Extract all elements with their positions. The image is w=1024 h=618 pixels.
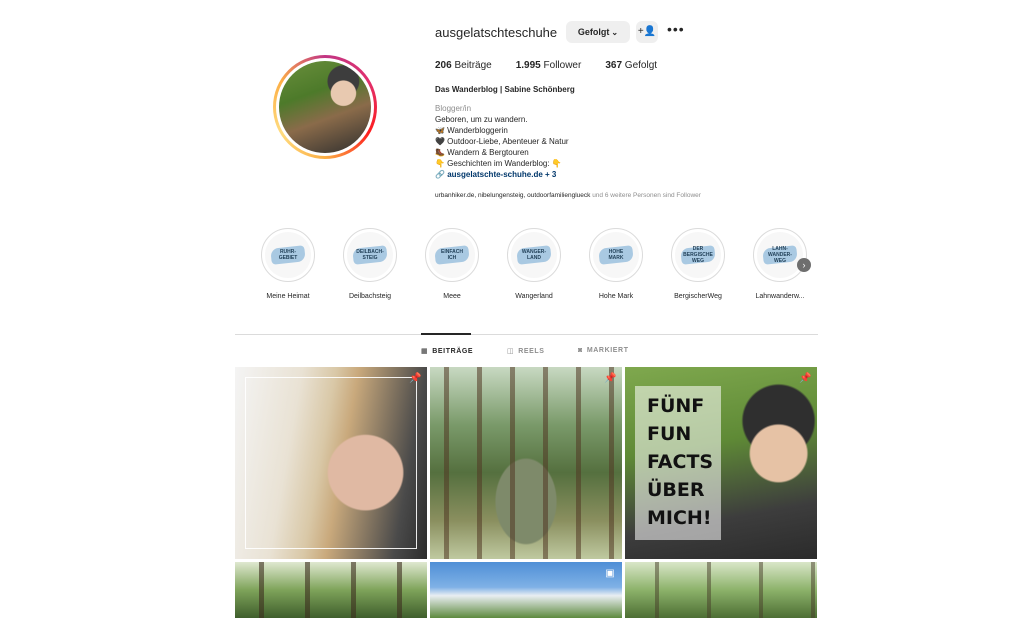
highlight-label: BergischerWeg: [674, 293, 722, 300]
tab-tagged[interactable]: ◙ MARKIERT: [578, 347, 629, 354]
posts-label: Beiträge: [454, 60, 492, 71]
profile-category: Blogger/in: [435, 104, 472, 113]
more-links-button[interactable]: + 3: [545, 170, 556, 179]
bio-line: Geboren, um zu wandern.: [435, 115, 528, 124]
highlight-cover-text: RUHR- GEBIET: [278, 249, 298, 261]
followed-by-names: urbanhiker.de, nibelungensteig, outdoorf…: [435, 192, 591, 199]
post-thumbnail[interactable]: FÜNF FUN FACTS ÜBER MICH! 📌: [625, 367, 817, 559]
highlight-item[interactable]: WANGER- LAND Wangerland: [505, 228, 563, 300]
highlight-label: Hohe Mark: [598, 293, 634, 300]
highlight-label: Wangerland: [515, 293, 553, 300]
post-thumbnail[interactable]: 📌: [430, 367, 622, 559]
reel-icon: ◫: [507, 348, 515, 355]
posts-count-stat: 206 Beiträge: [435, 60, 492, 71]
reel-icon: ▣: [605, 568, 615, 579]
highlight-cover: WANGER- LAND: [511, 232, 557, 278]
more-options-button[interactable]: •••: [667, 21, 685, 38]
profile-header: ausgelatschteschuhe Gefolgt ⌄ +👤 ••• 206 …: [0, 0, 1024, 210]
pin-icon: 📌: [604, 373, 617, 384]
highlight-cover-text: EINFACH ICH: [441, 249, 463, 261]
highlight-cover: EINFACH ICH: [429, 232, 475, 278]
active-tab-indicator: [421, 333, 471, 335]
profile-website-link[interactable]: ausgelatschte-schuhe.de: [447, 170, 543, 179]
profile-link-row: 🔗 ausgelatschte-schuhe.de + 3: [435, 169, 569, 180]
followers-label: Follower: [543, 60, 582, 71]
highlight-cover-text: WANGER- LAND: [521, 249, 547, 261]
more-options-icon: •••: [667, 21, 685, 37]
bio-line: 🖤 Outdoor-Liebe, Abenteuer & Natur: [435, 137, 569, 146]
pin-icon: 📌: [409, 373, 422, 384]
chevron-down-icon: ⌄: [611, 28, 619, 37]
tab-reels-label: REELS: [518, 348, 545, 355]
highlights-next-button[interactable]: ›: [797, 258, 811, 272]
following-stat[interactable]: 367 Gefolgt: [605, 60, 657, 71]
tab-tagged-label: MARKIERT: [586, 347, 629, 354]
post-thumbnail[interactable]: ▣: [430, 562, 622, 618]
following-count: 367: [605, 60, 623, 71]
pin-icon: 📌: [799, 373, 812, 384]
highlight-cover-text: DER BERGISCHE WEG: [683, 246, 713, 264]
bio-line: 👇 Geschichten im Wanderblog: 👇: [435, 159, 562, 168]
bio-line: 🥾 Wandern & Bergtouren: [435, 148, 529, 157]
add-person-button[interactable]: +👤: [636, 21, 658, 43]
highlight-item[interactable]: HOHE MARK Hohe Mark: [587, 228, 645, 300]
highlight-label: Meee: [443, 293, 461, 300]
profile-bio: Blogger/in Geboren, um zu wandern. 🦋 Wan…: [435, 103, 569, 180]
highlight-label: Deilbachsteig: [348, 293, 392, 300]
followed-by-rest: und 6 weitere Personen sind Follower: [590, 192, 701, 199]
profile-stats: 206 Beiträge 1.995 Follower 367 Gefolgt: [435, 60, 657, 71]
highlight-cover: DEILBACH- STEIG: [347, 232, 393, 278]
following-button[interactable]: Gefolgt ⌄: [566, 21, 630, 43]
tab-posts[interactable]: ▦ BEITRÄGE: [421, 347, 473, 355]
bio-line: 🦋 Wanderbloggerin: [435, 126, 508, 135]
chevron-right-icon: ›: [802, 260, 806, 270]
post-thumbnail[interactable]: 📌: [235, 367, 427, 559]
link-icon: 🔗: [435, 170, 445, 179]
story-highlights: RUHR- GEBIET Meine Heimat DEILBACH- STEI…: [259, 228, 819, 304]
highlight-cover-text: HOHE MARK: [608, 249, 624, 261]
highlight-label: Meine Heimat: [266, 293, 310, 300]
profile-full-name: Das Wanderblog | Sabine Schönberg: [435, 85, 575, 94]
highlight-cover: RUHR- GEBIET: [265, 232, 311, 278]
followed-by[interactable]: urbanhiker.de, nibelungensteig, outdoorf…: [435, 192, 701, 199]
post-thumbnail[interactable]: [235, 562, 427, 618]
following-label: Gefolgt: [624, 60, 658, 71]
highlight-cover: LAHN- WANDER- WEG: [757, 232, 803, 278]
following-button-label: Gefolgt: [577, 27, 610, 37]
post-overlay-text: FÜNF FUN FACTS ÜBER MICH!: [635, 386, 721, 540]
highlight-item[interactable]: DER BERGISCHE WEG BergischerWeg: [669, 228, 727, 300]
tab-posts-label: BEITRÄGE: [432, 348, 474, 355]
add-person-icon: +👤: [637, 26, 657, 37]
highlight-cover: HOHE MARK: [593, 232, 639, 278]
tabs-divider: [235, 334, 818, 335]
grid-icon: ▦: [421, 348, 429, 355]
highlight-label: Lahnwanderw...: [755, 293, 805, 300]
post-thumbnail[interactable]: [625, 562, 817, 618]
avatar: [279, 61, 371, 153]
highlight-item[interactable]: RUHR- GEBIET Meine Heimat: [259, 228, 317, 300]
profile-avatar-story-ring[interactable]: [273, 55, 377, 159]
profile-username: ausgelatschteschuhe: [435, 25, 558, 40]
followers-stat[interactable]: 1.995 Follower: [516, 60, 582, 71]
posts-count: 206: [435, 60, 452, 71]
highlight-item[interactable]: EINFACH ICH Meee: [423, 228, 481, 300]
highlight-cover: DER BERGISCHE WEG: [675, 232, 721, 278]
followers-count: 1.995: [515, 60, 541, 71]
highlight-cover-text: DEILBACH- STEIG: [356, 249, 384, 261]
tagged-icon: ◙: [578, 347, 583, 354]
highlight-item[interactable]: DEILBACH- STEIG Deilbachsteig: [341, 228, 399, 300]
highlight-cover-text: LAHN- WANDER- WEG: [768, 246, 792, 264]
tab-reels[interactable]: ◫ REELS: [507, 347, 545, 355]
